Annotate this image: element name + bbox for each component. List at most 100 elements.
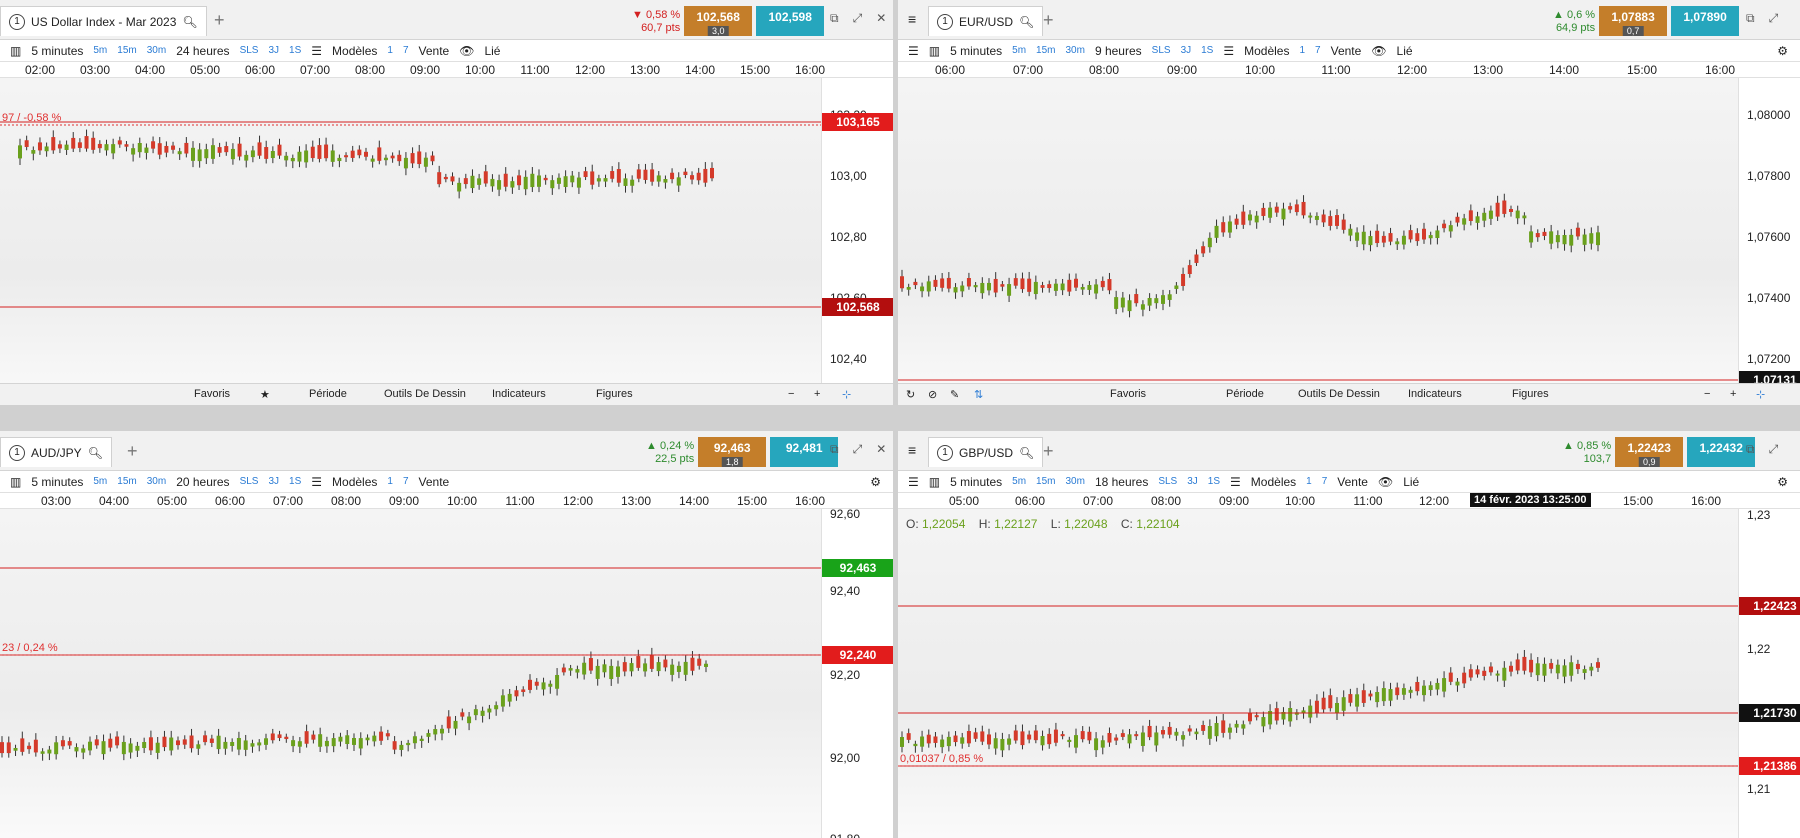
interval-30m[interactable]: 30m bbox=[1066, 45, 1085, 56]
period-sls[interactable]: SLS bbox=[1152, 45, 1171, 56]
minus-icon[interactable]: − bbox=[1704, 388, 1710, 400]
instrument-tab[interactable]: 1 EUR/USD 🔍︎ bbox=[928, 6, 1044, 36]
period-1s[interactable]: 1S bbox=[1208, 476, 1220, 487]
indicators-button[interactable]: Indicateurs bbox=[1408, 388, 1462, 400]
models-button[interactable]: Modèles bbox=[332, 475, 377, 489]
linked-toggle[interactable]: Lié bbox=[1397, 44, 1413, 58]
preset-1[interactable]: 1 bbox=[387, 45, 393, 56]
pencil-icon[interactable]: ✎ bbox=[950, 388, 959, 401]
plus-icon[interactable]: + bbox=[814, 388, 820, 400]
interval-5m[interactable]: 5m bbox=[93, 45, 107, 56]
favorites-button[interactable]: Favoris bbox=[1110, 388, 1146, 400]
interval-15m[interactable]: 15m bbox=[117, 476, 136, 487]
search-icon[interactable]: 🔍︎ bbox=[1019, 446, 1034, 460]
close-icon[interactable]: ✕ bbox=[876, 11, 886, 26]
period-button[interactable]: Période bbox=[1226, 388, 1264, 400]
interval-30m[interactable]: 30m bbox=[147, 476, 166, 487]
interval-30m[interactable]: 30m bbox=[1066, 476, 1085, 487]
price-type-select[interactable]: Vente bbox=[419, 475, 450, 489]
menu-icon[interactable]: ≡ bbox=[908, 11, 916, 27]
add-tab-button[interactable]: + bbox=[1043, 10, 1054, 31]
sell-price-button[interactable]: 1,07883 0,7 bbox=[1599, 6, 1668, 36]
sell-price-button[interactable]: 92,463 1,8 bbox=[698, 437, 767, 467]
crosshair-icon[interactable]: ⊹ bbox=[1756, 388, 1765, 401]
period-1s[interactable]: 1S bbox=[1201, 45, 1213, 56]
search-icon[interactable]: 🔍︎ bbox=[1019, 15, 1034, 29]
preset-7[interactable]: 7 bbox=[403, 476, 409, 487]
period-3j[interactable]: 3J bbox=[1187, 476, 1198, 487]
price-type-select[interactable]: Vente bbox=[419, 44, 450, 58]
preset-7[interactable]: 7 bbox=[1322, 476, 1328, 487]
chart-type-icon[interactable]: ☰ bbox=[908, 44, 919, 58]
new-window-icon[interactable]: ⧉ bbox=[1746, 11, 1755, 26]
chart-type-icon[interactable]: ▥ bbox=[10, 475, 21, 489]
interval-30m[interactable]: 30m bbox=[147, 45, 166, 56]
maximize-icon[interactable]: ⤢ bbox=[1769, 11, 1779, 26]
instrument-tab[interactable]: 1 GBP/USD 🔍︎ bbox=[928, 437, 1044, 467]
grid-icon[interactable]: ▥ bbox=[929, 44, 940, 58]
figures-button[interactable]: Figures bbox=[1512, 388, 1549, 400]
maximize-icon[interactable]: ⤢ bbox=[853, 442, 863, 457]
settings-icon[interactable]: ⚙ bbox=[1777, 44, 1788, 58]
buy-price-button[interactable]: 1,07890 bbox=[1671, 6, 1740, 36]
sell-price-button[interactable]: 102,568 3,0 bbox=[684, 6, 753, 36]
chart-type-icon[interactable]: ▥ bbox=[10, 44, 21, 58]
new-window-icon[interactable]: ⧉ bbox=[830, 11, 839, 26]
minus-icon[interactable]: − bbox=[788, 388, 794, 400]
instrument-tab[interactable]: 1 US Dollar Index - Mar 2023 🔍︎ bbox=[0, 6, 207, 36]
interval-15m[interactable]: 15m bbox=[117, 45, 136, 56]
price-chart[interactable]: 97 / -0,58 % bbox=[0, 78, 821, 405]
add-tab-button[interactable]: + bbox=[1043, 441, 1054, 462]
period-3j[interactable]: 3J bbox=[1181, 45, 1192, 56]
interval-5m[interactable]: 5m bbox=[1012, 45, 1026, 56]
add-tab-button[interactable]: + bbox=[127, 441, 138, 462]
period-sls[interactable]: SLS bbox=[1158, 476, 1177, 487]
interval-15m[interactable]: 15m bbox=[1036, 476, 1055, 487]
ban-icon[interactable]: ⊘ bbox=[928, 388, 937, 401]
period-1s[interactable]: 1S bbox=[289, 45, 301, 56]
indicators-button[interactable]: Indicateurs bbox=[492, 388, 546, 400]
chart-type-icon[interactable]: ☰ bbox=[908, 475, 919, 489]
maximize-icon[interactable]: ⤢ bbox=[1769, 442, 1779, 457]
close-icon[interactable]: ✕ bbox=[876, 442, 886, 457]
sell-price-button[interactable]: 1,22423 0,9 bbox=[1615, 437, 1684, 467]
models-button[interactable]: Modèles bbox=[1244, 44, 1289, 58]
price-chart[interactable]: 0,01037 / 0,85 % bbox=[898, 509, 1738, 838]
search-icon[interactable]: 🔍︎ bbox=[182, 15, 197, 29]
drawing-tools-button[interactable]: Outils De Dessin bbox=[384, 388, 466, 400]
preset-1[interactable]: 1 bbox=[1306, 476, 1312, 487]
period-sls[interactable]: SLS bbox=[240, 45, 259, 56]
models-button[interactable]: Modèles bbox=[1251, 475, 1296, 489]
price-chart[interactable] bbox=[898, 78, 1738, 405]
figures-button[interactable]: Figures bbox=[596, 388, 633, 400]
interval-15m[interactable]: 15m bbox=[1036, 45, 1055, 56]
preset-7[interactable]: 7 bbox=[403, 45, 409, 56]
settings-icon[interactable]: ⚙ bbox=[1777, 475, 1788, 489]
add-tab-button[interactable]: + bbox=[214, 10, 225, 31]
preset-1[interactable]: 1 bbox=[387, 476, 393, 487]
refresh-icon[interactable]: ↻ bbox=[906, 388, 915, 401]
period-3j[interactable]: 3J bbox=[268, 476, 279, 487]
interval-select[interactable]: 5 minutes bbox=[950, 44, 1002, 58]
crosshair-icon[interactable]: ⊹ bbox=[842, 388, 851, 401]
interval-5m[interactable]: 5m bbox=[1012, 476, 1026, 487]
linked-toggle[interactable]: Lié bbox=[484, 44, 500, 58]
period-3j[interactable]: 3J bbox=[268, 45, 279, 56]
buy-price-button[interactable]: 102,598 bbox=[756, 6, 825, 36]
eye-icon[interactable]: 👁︎ bbox=[1378, 475, 1393, 489]
period-sls[interactable]: SLS bbox=[240, 476, 259, 487]
price-chart[interactable]: 23 / 0,24 % bbox=[0, 509, 821, 838]
star-icon[interactable]: ★ bbox=[260, 388, 270, 401]
period-select[interactable]: 18 heures bbox=[1095, 475, 1148, 489]
favorites-button[interactable]: Favoris bbox=[194, 388, 230, 400]
period-select[interactable]: 20 heures bbox=[176, 475, 229, 489]
period-1s[interactable]: 1S bbox=[289, 476, 301, 487]
maximize-icon[interactable]: ⤢ bbox=[853, 11, 863, 26]
preset-1[interactable]: 1 bbox=[1299, 45, 1305, 56]
drawing-tools-button[interactable]: Outils De Dessin bbox=[1298, 388, 1380, 400]
buy-price-button[interactable]: 92,481 bbox=[770, 437, 839, 467]
period-button[interactable]: Période bbox=[309, 388, 347, 400]
interval-select[interactable]: 5 minutes bbox=[950, 475, 1002, 489]
menu-icon[interactable]: ≡ bbox=[908, 442, 916, 458]
linked-toggle[interactable]: Lié bbox=[1403, 475, 1419, 489]
